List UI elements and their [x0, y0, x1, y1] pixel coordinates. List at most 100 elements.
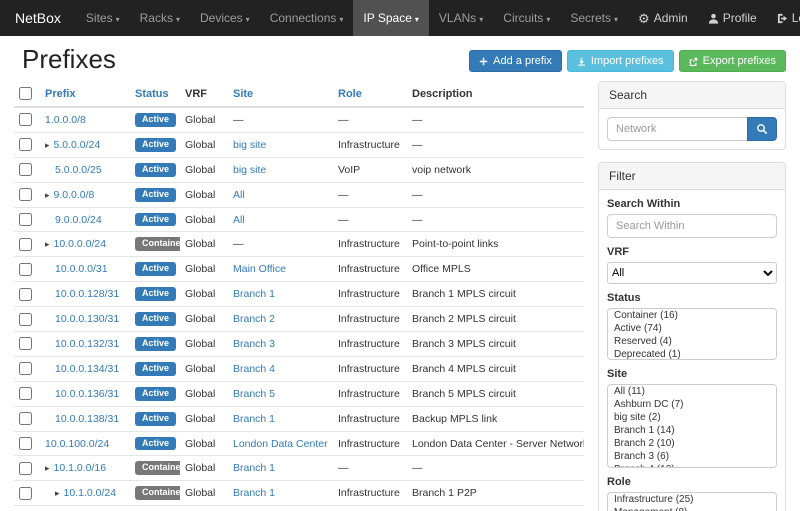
prefix-link[interactable]: 10.0.0.134/31 — [55, 363, 119, 375]
site-link[interactable]: London Data Center — [233, 438, 328, 450]
expand-arrow-icon: ▸ — [45, 239, 50, 249]
nav-item-sites[interactable]: Sites▾ — [76, 0, 130, 36]
status-badge: Active — [135, 312, 176, 326]
prefix-link[interactable]: 10.1.0.0/16 — [54, 462, 107, 474]
nav-item-label: Circuits — [503, 11, 543, 25]
site-link[interactable]: Branch 2 — [233, 313, 275, 325]
filter-option[interactable]: Container (16) — [608, 309, 776, 322]
filter-option[interactable]: Branch 4 (12) — [608, 463, 776, 468]
filter-option[interactable]: Infrastructure (25) — [608, 493, 776, 506]
expand-arrow-icon: ▸ — [55, 488, 60, 498]
row-checkbox[interactable] — [19, 113, 32, 126]
row-checkbox[interactable] — [19, 362, 32, 375]
prefix-link[interactable]: 10.0.0.130/31 — [55, 313, 119, 325]
filter-option[interactable]: Management (8) — [608, 506, 776, 511]
site-link[interactable]: Main Office — [233, 263, 286, 275]
sort-status-header[interactable]: Status — [135, 88, 169, 100]
prefix-link[interactable]: 10.0.100.0/24 — [45, 438, 109, 450]
vrf-label: VRF — [607, 246, 777, 258]
row-checkbox[interactable] — [19, 138, 32, 151]
description-cell: London Data Center - Server Network — [407, 431, 584, 456]
profile-link[interactable]: Profile — [698, 0, 767, 36]
site-link[interactable]: big site — [233, 139, 266, 151]
nav-item-ip-space[interactable]: IP Space▾ — [353, 0, 429, 36]
nav-item-connections[interactable]: Connections▾ — [260, 0, 354, 36]
row-checkbox[interactable] — [19, 188, 32, 201]
indent-spacer — [45, 495, 55, 496]
table-row: ▸9.0.0.0/8 Active Global All — — — [14, 182, 584, 207]
site-link[interactable]: Branch 3 — [233, 338, 275, 350]
import-prefixes-button[interactable]: Import prefixes — [567, 50, 674, 72]
brand-logo[interactable]: NetBox — [0, 0, 76, 36]
site-link[interactable]: Branch 1 — [233, 487, 275, 499]
role-cell: Infrastructure — [333, 431, 407, 456]
filter-option[interactable]: Deprecated (1) — [608, 348, 776, 360]
role-cell: Infrastructure — [333, 232, 407, 257]
sort-site-header[interactable]: Site — [233, 88, 253, 100]
row-checkbox[interactable] — [19, 387, 32, 400]
row-checkbox[interactable] — [19, 263, 32, 276]
role-filter-listbox[interactable]: Infrastructure (25)Management (8)Private… — [607, 492, 777, 511]
prefix-link[interactable]: 5.0.0.0/25 — [55, 164, 102, 176]
row-checkbox[interactable] — [19, 213, 32, 226]
row-checkbox[interactable] — [19, 437, 32, 450]
row-checkbox[interactable] — [19, 412, 32, 425]
prefix-link[interactable]: 10.0.0.136/31 — [55, 388, 119, 400]
site-link[interactable]: Branch 1 — [233, 288, 275, 300]
row-checkbox[interactable] — [19, 313, 32, 326]
site-link[interactable]: big site — [233, 164, 266, 176]
nav-item-racks[interactable]: Racks▾ — [130, 0, 190, 36]
nav-item-vlans[interactable]: VLANs▾ — [429, 0, 493, 36]
search-within-input[interactable] — [607, 214, 777, 238]
prefix-link[interactable]: 10.0.0.138/31 — [55, 413, 119, 425]
row-checkbox[interactable] — [19, 487, 32, 500]
prefix-link[interactable]: 9.0.0.0/8 — [54, 189, 95, 201]
row-checkbox[interactable] — [19, 238, 32, 251]
filter-option[interactable]: Branch 3 (6) — [608, 450, 776, 463]
prefix-link[interactable]: 1.0.0.0/8 — [45, 114, 86, 126]
export-prefixes-button[interactable]: Export prefixes — [679, 50, 786, 72]
nav-item-secrets[interactable]: Secrets▾ — [560, 0, 628, 36]
row-checkbox[interactable] — [19, 288, 32, 301]
filter-option[interactable]: Active (74) — [608, 322, 776, 335]
prefix-link[interactable]: 9.0.0.0/24 — [55, 214, 102, 226]
row-checkbox[interactable] — [19, 462, 32, 475]
sort-role-header[interactable]: Role — [338, 88, 362, 100]
site-link[interactable]: Branch 1 — [233, 413, 275, 425]
filter-option[interactable]: Branch 1 (14) — [608, 424, 776, 437]
vrf-select[interactable]: All — [607, 262, 777, 284]
nav-item-label: Sites — [86, 11, 113, 25]
select-all-checkbox[interactable] — [19, 87, 32, 100]
prefix-link[interactable]: 10.0.0.128/31 — [55, 288, 119, 300]
sort-prefix-header[interactable]: Prefix — [45, 88, 76, 100]
filter-option[interactable]: Reserved (4) — [608, 335, 776, 348]
filter-option[interactable]: All (11) — [608, 385, 776, 398]
site-link[interactable]: All — [233, 189, 245, 201]
site-link[interactable]: Branch 4 — [233, 363, 275, 375]
filter-option[interactable]: Branch 2 (10) — [608, 437, 776, 450]
row-checkbox[interactable] — [19, 337, 32, 350]
search-button[interactable] — [747, 117, 777, 141]
site-link[interactable]: Branch 1 — [233, 462, 275, 474]
site-link[interactable]: Branch 5 — [233, 388, 275, 400]
prefix-link[interactable]: 10.1.0.0/24 — [64, 487, 117, 499]
prefix-link[interactable]: 10.0.0.0/31 — [55, 263, 108, 275]
filter-option[interactable]: big site (2) — [608, 411, 776, 424]
prefix-link[interactable]: 5.0.0.0/24 — [54, 139, 101, 151]
nav-item-circuits[interactable]: Circuits▾ — [493, 0, 560, 36]
vrf-cell: Global — [180, 506, 228, 511]
admin-link[interactable]: ⚙ Admin — [628, 0, 698, 36]
status-filter-listbox[interactable]: Container (16)Active (74)Reserved (4)Dep… — [607, 308, 777, 360]
logout-link[interactable]: Log out — [767, 0, 800, 36]
filter-option[interactable]: Ashburn DC (7) — [608, 398, 776, 411]
site-link[interactable]: All — [233, 214, 245, 226]
add-prefix-button[interactable]: Add a prefix — [469, 50, 562, 72]
search-input[interactable] — [607, 117, 747, 141]
nav-item-devices[interactable]: Devices▾ — [190, 0, 260, 36]
prefix-link[interactable]: 10.0.0.0/24 — [54, 238, 107, 250]
indent-spacer — [45, 222, 55, 223]
site-filter-listbox[interactable]: All (11)Ashburn DC (7)big site (2)Branch… — [607, 384, 777, 468]
row-checkbox[interactable] — [19, 163, 32, 176]
role-cell: Infrastructure — [333, 257, 407, 282]
prefix-link[interactable]: 10.0.0.132/31 — [55, 338, 119, 350]
